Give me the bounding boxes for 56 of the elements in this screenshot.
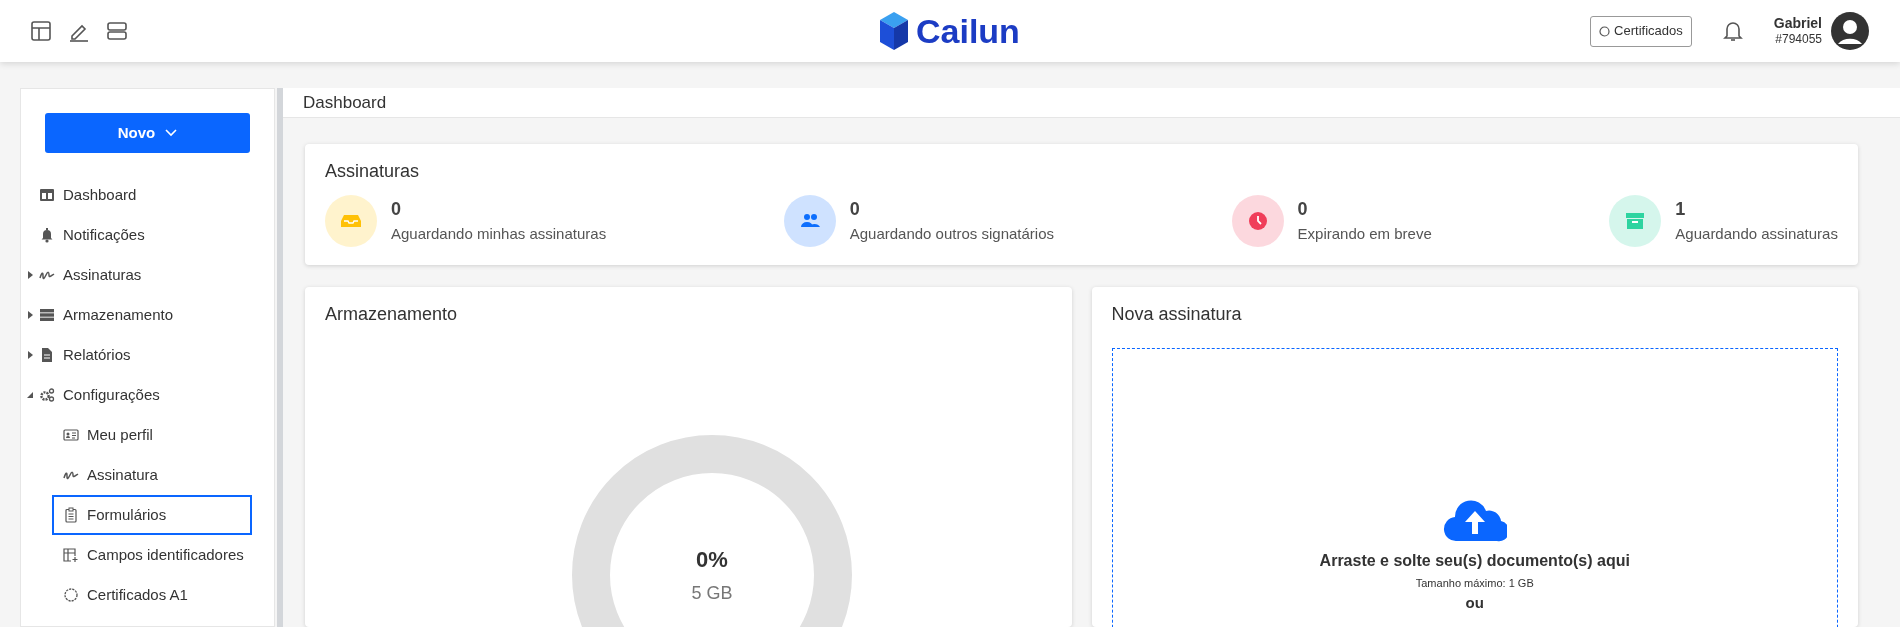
clipboard-icon (63, 507, 79, 523)
drop-zone[interactable]: Arraste e solte seu(s) documento(s) aqui Tamanho máximo: 1 GB ou (1111, 348, 1838, 627)
dashboard-icon (39, 187, 55, 203)
certificates-button[interactable]: Certificados (1590, 15, 1692, 47)
caret-down-icon[interactable] (26, 391, 34, 399)
max-size-note: Tamanho máximo: 1 GB (1415, 576, 1534, 591)
table-add-icon (63, 547, 79, 563)
sidebar-item[interactable]: Relatórios (39, 335, 244, 375)
sidebar-item[interactable]: Dashboard (39, 175, 244, 215)
stat-label: Aguardando minhas assinaturas (391, 224, 607, 245)
sidebar-subitem[interactable]: Assinatura (52, 455, 252, 495)
sidebar-subitem[interactable]: Formulários (52, 495, 252, 535)
user-id: #794055 (1775, 32, 1822, 48)
bell-icon[interactable] (1721, 19, 1744, 43)
card-title: Assinaturas (325, 160, 421, 183)
logo-text: Cailun (916, 14, 1020, 48)
sidebar-subitem[interactable]: Campos identificadores (52, 535, 252, 575)
or-text: ou (1465, 592, 1484, 613)
gears-icon (39, 387, 55, 403)
avatar-icon[interactable] (1830, 11, 1870, 51)
new-button[interactable]: Novo (45, 113, 250, 153)
chevron-down-icon (165, 129, 178, 137)
storage-percent: 0% (696, 546, 728, 574)
storage-total: 5 GB (691, 582, 733, 605)
stat-label: Aguardando outros signatários (849, 224, 1054, 245)
layout-icon[interactable] (30, 20, 52, 42)
caret-right-icon[interactable] (26, 351, 34, 359)
sidebar-subitem[interactable]: Meu perfil (52, 415, 252, 455)
user-name: Gabriel (1773, 14, 1822, 33)
stat-count: 0 (391, 198, 402, 222)
sidebar-item[interactable]: Notificações (39, 215, 244, 255)
server-icon (39, 307, 55, 323)
caret-right-icon[interactable] (26, 271, 34, 279)
page-title: Dashboard (303, 91, 387, 114)
caret-right-icon[interactable] (26, 311, 34, 319)
sidebar-item[interactable]: Assinaturas (39, 255, 244, 295)
stat-label: Aguardando assinaturas (1675, 224, 1838, 245)
stat-label: Expirando em breve (1297, 224, 1432, 245)
certificate-icon (63, 587, 79, 603)
logo-icon (878, 10, 910, 52)
stat-icon (1246, 210, 1269, 232)
bell-icon (39, 227, 55, 243)
sidebar-item[interactable]: Armazenamento (39, 295, 244, 335)
card-title: Nova assinatura (1111, 303, 1243, 326)
stat-count: 1 (1675, 198, 1687, 222)
stat-count: 0 (1297, 198, 1309, 222)
circle-icon (1599, 25, 1611, 37)
card-title: Armazenamento (325, 303, 459, 326)
sidebar-subitem[interactable]: Certificados A1 (52, 575, 252, 615)
id-card-icon (63, 427, 79, 443)
stat-count: 0 (849, 198, 861, 222)
server-icon[interactable] (106, 20, 128, 42)
document-icon (39, 347, 55, 363)
drop-instruction: Arraste e solte seu(s) documento(s) aqui (1319, 551, 1630, 571)
sidebar-item[interactable]: Configurações (39, 375, 244, 415)
stat-icon (1624, 210, 1647, 232)
